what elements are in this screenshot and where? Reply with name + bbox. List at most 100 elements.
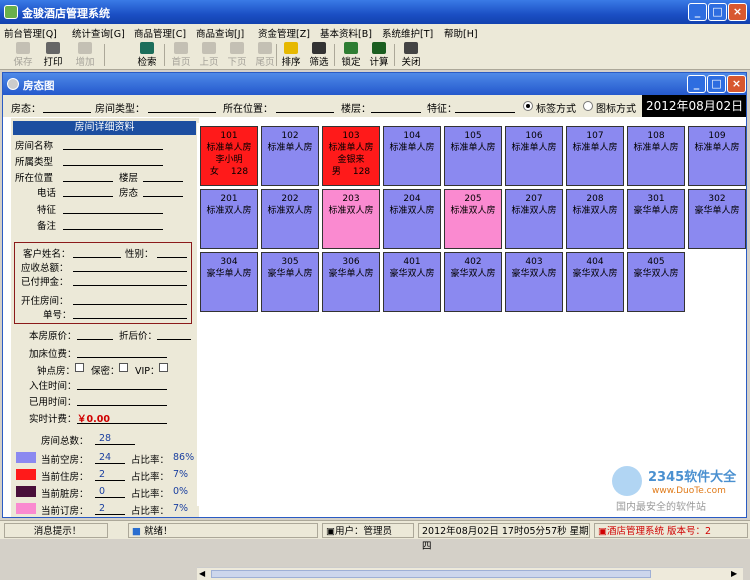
room-102[interactable]: 102 标准单人房 <box>261 126 319 186</box>
room-type: 标准单人房 <box>267 143 313 153</box>
room-403[interactable]: 403 豪华双人房 <box>505 252 563 312</box>
first-page-button[interactable]: 首页 <box>166 42 196 69</box>
menu-help[interactable]: 帮助[H] <box>444 26 478 40</box>
room-number: 202 <box>281 194 299 204</box>
secret-checkbox[interactable] <box>119 362 128 373</box>
room-207[interactable]: 207 标准双人房 <box>505 189 563 249</box>
room-number: 304 <box>220 257 238 267</box>
print-button[interactable]: 打印 <box>38 42 68 69</box>
room-107[interactable]: 107 标准单人房 <box>566 126 624 186</box>
room-402[interactable]: 402 豪华双人房 <box>444 252 502 312</box>
room-101[interactable]: 101 标准单人房 李小明女 128 <box>200 126 258 186</box>
room-type: 豪华单人房 <box>694 206 740 216</box>
stat-ratio: 7% <box>173 503 189 514</box>
room-301[interactable]: 301 豪华单人房 <box>627 189 685 249</box>
stat-label: 当前住房： <box>41 472 89 483</box>
room-208[interactable]: 208 标准双人房 <box>566 189 624 249</box>
search-button[interactable]: 检索 <box>132 42 162 69</box>
close-button[interactable]: × <box>728 3 747 21</box>
legend-swatch <box>16 486 36 497</box>
room-305[interactable]: 305 豪华单人房 <box>261 252 319 312</box>
menu-funds[interactable]: 资金管理[Z] <box>258 26 310 40</box>
room-type-filter-input[interactable] <box>148 112 216 113</box>
room-201[interactable]: 201 标准双人房 <box>200 189 258 249</box>
room-type: 豪华双人房 <box>633 269 679 279</box>
room-306[interactable]: 306 豪华单人房 <box>322 252 380 312</box>
room-104[interactable]: 104 标准单人房 <box>383 126 441 186</box>
horizontal-scrollbar[interactable]: ◀ ▶ <box>197 567 743 580</box>
room-number: 404 <box>586 257 604 267</box>
window-maximize-button[interactable]: □ <box>707 75 726 93</box>
room-302[interactable]: 302 豪华单人房 <box>688 189 746 249</box>
menu-goods-manage[interactable]: 商品管理[C] <box>134 26 186 40</box>
order-no-label: 单号： <box>43 310 72 321</box>
window-close-button[interactable]: × <box>727 75 746 93</box>
room-type-field <box>63 165 163 166</box>
menu-goods-query[interactable]: 商品查询[J] <box>196 26 244 40</box>
menu-bar: 前台管理[Q] 统计查询[G] 商品管理[C] 商品查询[J] 资金管理[Z] … <box>0 24 750 40</box>
room-type-filter-label: 房间类型： <box>95 104 145 115</box>
filter-button[interactable]: 筛选 <box>304 42 334 69</box>
prev-page-button[interactable]: 上页 <box>194 42 224 69</box>
room-number: 306 <box>342 257 360 267</box>
checkin-time-label: 入住时间： <box>29 381 77 392</box>
stat-count: 24 <box>99 452 112 463</box>
scroll-thumb[interactable] <box>211 570 651 578</box>
toolbar: 保存 打印 增加 检索 首页 上页 下页 尾页 排序 筛选 锁定 计算 关闭 <box>0 40 750 70</box>
room-404[interactable]: 404 豪华双人房 <box>566 252 624 312</box>
room-number: 305 <box>281 257 299 267</box>
gender-field <box>157 257 187 258</box>
minimize-button[interactable]: _ <box>688 3 707 21</box>
receivable-label: 应收总额： <box>21 263 69 274</box>
window-minimize-button[interactable]: _ <box>687 75 706 93</box>
sort-button[interactable]: 排序 <box>276 42 306 69</box>
room-108[interactable]: 108 标准单人房 <box>627 126 685 186</box>
stat-label: 当前脏房： <box>41 489 89 500</box>
scroll-left-arrow[interactable]: ◀ <box>199 569 209 579</box>
room-number: 103 <box>342 131 360 141</box>
discount-price-label: 折后价： <box>119 331 158 342</box>
icon-mode-radio[interactable] <box>583 101 593 111</box>
phone-label: 电话 <box>37 188 57 199</box>
room-401[interactable]: 401 豪华双人房 <box>383 252 441 312</box>
room-106[interactable]: 106 标准单人房 <box>505 126 563 186</box>
menu-front-desk[interactable]: 前台管理[Q] <box>4 26 57 40</box>
location-filter-input[interactable] <box>276 112 334 113</box>
menu-statistics[interactable]: 统计查询[G] <box>72 26 125 40</box>
note-field <box>63 229 163 230</box>
save-button[interactable]: 保存 <box>8 42 38 69</box>
next-page-button[interactable]: 下页 <box>222 42 252 69</box>
room-202[interactable]: 202 标准双人房 <box>261 189 319 249</box>
calc-button[interactable]: 计算 <box>364 42 394 69</box>
hourly-checkbox[interactable] <box>75 362 84 373</box>
label-mode-radio[interactable] <box>523 101 533 111</box>
app-status-icon: ▣ <box>598 526 607 537</box>
menu-system[interactable]: 系统维护[T] <box>382 26 433 40</box>
maximize-button[interactable]: □ <box>708 3 727 21</box>
orig-price-label: 本房原价： <box>29 331 77 342</box>
datetime-display: 2012年08月02日 17 <box>642 95 746 117</box>
room-204[interactable]: 204 标准双人房 <box>383 189 441 249</box>
guest-name: 金银来 <box>337 155 365 165</box>
hourly-label: 钟点房： <box>37 366 76 377</box>
add-button[interactable]: 增加 <box>70 42 100 69</box>
watermark-logo: 2345软件大全 www.DuoTe.com 国内最安全的软件站 <box>612 462 750 513</box>
vip-checkbox[interactable] <box>159 362 168 373</box>
state-filter-input[interactable] <box>43 112 91 113</box>
legend-swatch <box>16 503 36 514</box>
exit-button[interactable]: 关闭 <box>396 42 426 69</box>
room-105[interactable]: 105 标准单人房 <box>444 126 502 186</box>
room-304[interactable]: 304 豪华单人房 <box>200 252 258 312</box>
room-205[interactable]: 205 标准双人房 <box>444 189 502 249</box>
stat-label: 当前空房： <box>41 455 89 466</box>
room-number: 208 <box>586 194 604 204</box>
floor-filter-input[interactable] <box>371 112 421 113</box>
scroll-right-arrow[interactable]: ▶ <box>731 569 741 579</box>
room-103[interactable]: 103 标准单人房 金银来男 128 <box>322 126 380 186</box>
room-405[interactable]: 405 豪华双人房 <box>627 252 685 312</box>
room-109[interactable]: 109 标准单人房 <box>688 126 746 186</box>
feature-filter-input[interactable] <box>455 112 515 113</box>
menu-basic-data[interactable]: 基本资料[B] <box>320 26 372 40</box>
lock-button[interactable]: 锁定 <box>336 42 366 69</box>
room-203[interactable]: 203 标准双人房 <box>322 189 380 249</box>
